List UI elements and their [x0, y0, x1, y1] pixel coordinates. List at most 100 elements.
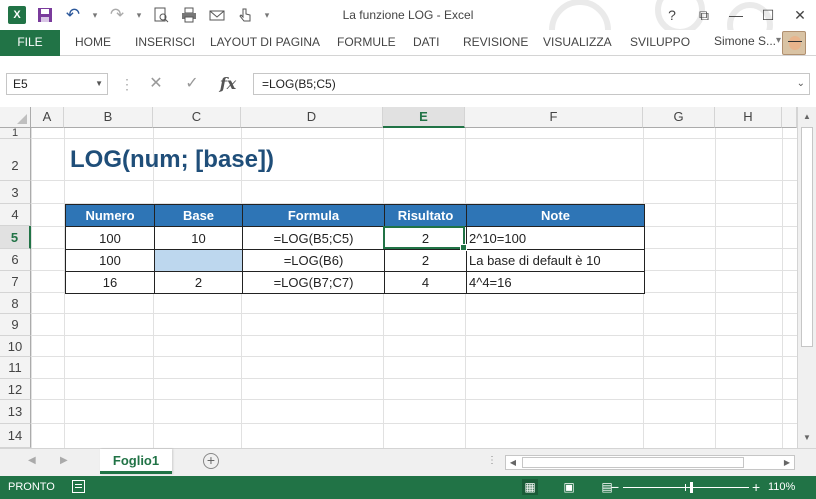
- cell-c5[interactable]: 10: [154, 226, 243, 250]
- column-header-h[interactable]: H: [715, 107, 782, 128]
- column-header-b[interactable]: B: [64, 107, 153, 128]
- zoom-in-icon[interactable]: +: [752, 479, 760, 495]
- row-header-2[interactable]: 2: [0, 139, 31, 181]
- close-button[interactable]: ✕: [784, 0, 816, 30]
- row-header-9[interactable]: 9: [0, 314, 31, 336]
- vertical-scrollbar[interactable]: ▲ ▼: [797, 107, 816, 448]
- select-all-button[interactable]: [0, 107, 31, 128]
- name-box-dropdown-icon[interactable]: ▼: [95, 74, 103, 94]
- row-header-13[interactable]: 13: [0, 400, 31, 424]
- row-header-3[interactable]: 3: [0, 181, 31, 204]
- sheet-heading[interactable]: LOG(num; [base]): [70, 146, 274, 174]
- tab-formule[interactable]: FORMULE: [337, 30, 396, 56]
- column-header-d[interactable]: D: [241, 107, 383, 128]
- sheet-tab-foglio1[interactable]: Foglio1: [100, 449, 172, 474]
- sheet-prev-icon[interactable]: ◀: [28, 455, 36, 466]
- cell-d7[interactable]: =LOG(B7;C7): [242, 271, 385, 294]
- email-icon[interactable]: [206, 4, 228, 26]
- column-header-f[interactable]: F: [465, 107, 643, 128]
- zoom-level[interactable]: 110%: [768, 481, 795, 493]
- header-note[interactable]: Note: [466, 204, 645, 227]
- expand-formula-bar-icon[interactable]: ⌄: [797, 74, 805, 94]
- print-preview-icon[interactable]: [150, 4, 172, 26]
- cancel-icon[interactable]: ✕: [142, 73, 170, 95]
- macro-record-icon[interactable]: [72, 480, 85, 493]
- enter-icon[interactable]: ✓: [178, 73, 206, 95]
- redo-dropdown-icon[interactable]: ▾: [134, 4, 144, 26]
- row-header-11[interactable]: 11: [0, 357, 31, 379]
- cell-f7[interactable]: 4^4=16: [466, 271, 645, 294]
- cell-e7[interactable]: 4: [384, 271, 467, 294]
- avatar[interactable]: [782, 31, 806, 55]
- zoom-slider-knob[interactable]: [690, 482, 693, 493]
- maximize-button[interactable]: ☐: [752, 0, 784, 30]
- touch-mode-icon[interactable]: [234, 4, 256, 26]
- cell-f6[interactable]: La base di default è 10: [466, 249, 645, 272]
- tab-dati[interactable]: DATI: [413, 30, 439, 56]
- page-layout-view-icon[interactable]: ▣: [561, 479, 577, 495]
- tab-file[interactable]: FILE: [0, 30, 60, 56]
- header-numero[interactable]: Numero: [65, 204, 155, 227]
- customize-toolbar-icon[interactable]: ▾: [262, 4, 272, 26]
- cell-b6[interactable]: 100: [65, 249, 155, 272]
- column-header-partial[interactable]: [782, 107, 797, 128]
- formula-bar-grip-icon[interactable]: ⋮: [120, 76, 134, 93]
- row-header-10[interactable]: 10: [0, 336, 31, 357]
- header-base[interactable]: Base: [154, 204, 243, 227]
- column-header-g[interactable]: G: [643, 107, 715, 128]
- cell-f5[interactable]: 2^10=100: [466, 226, 645, 250]
- row-header-14[interactable]: 14: [0, 424, 31, 448]
- ribbon-display-options-button[interactable]: ⧉: [688, 0, 720, 30]
- sheet-next-icon[interactable]: ▶: [60, 455, 68, 466]
- cell-e6[interactable]: 2: [384, 249, 467, 272]
- horizontal-scroll-thumb[interactable]: [522, 457, 744, 468]
- scroll-up-icon[interactable]: ▲: [798, 109, 816, 125]
- scroll-left-icon[interactable]: ◀: [506, 456, 520, 469]
- redo-icon[interactable]: ↷: [106, 4, 128, 26]
- save-icon[interactable]: [34, 4, 56, 26]
- name-box[interactable]: E5 ▼: [6, 73, 108, 95]
- scroll-right-icon[interactable]: ▶: [780, 456, 794, 469]
- cell-c6[interactable]: [154, 249, 243, 272]
- row-header-8[interactable]: 8: [0, 293, 31, 314]
- cell-d5[interactable]: =LOG(B5;C5): [242, 226, 385, 250]
- normal-view-icon[interactable]: ▦: [522, 479, 538, 495]
- tab-sviluppo[interactable]: SVILUPPO: [630, 30, 690, 56]
- row-header-1[interactable]: 1: [0, 128, 31, 139]
- cell-b5[interactable]: 100: [65, 226, 155, 250]
- vertical-scroll-thumb[interactable]: [801, 127, 813, 347]
- header-risultato[interactable]: Risultato: [384, 204, 467, 227]
- tab-inserisci[interactable]: INSERISCI: [135, 30, 195, 56]
- zoom-slider[interactable]: [623, 482, 749, 493]
- column-header-c[interactable]: C: [153, 107, 241, 128]
- undo-dropdown-icon[interactable]: ▾: [90, 4, 100, 26]
- row-header-4[interactable]: 4: [0, 204, 31, 226]
- cell-b7[interactable]: 16: [65, 271, 155, 294]
- add-sheet-icon[interactable]: +: [203, 453, 219, 469]
- row-header-5[interactable]: 5: [0, 226, 31, 249]
- formula-input[interactable]: =LOG(B5;C5) ⌄: [253, 73, 810, 95]
- tab-layout-di-pagina[interactable]: LAYOUT DI PAGINA: [210, 30, 320, 56]
- tab-visualizza[interactable]: VISUALIZZA: [543, 30, 612, 56]
- tab-home[interactable]: HOME: [75, 30, 111, 56]
- user-name[interactable]: Simone S...: [714, 34, 776, 48]
- column-header-e[interactable]: E: [383, 107, 465, 128]
- cell-c7[interactable]: 2: [154, 271, 243, 294]
- horizontal-scrollbar[interactable]: ◀ ▶: [505, 455, 795, 470]
- row-header-6[interactable]: 6: [0, 249, 31, 271]
- zoom-out-icon[interactable]: −: [611, 479, 619, 495]
- insert-function-icon[interactable]: fx: [214, 73, 242, 95]
- cell-e5[interactable]: 2: [384, 226, 467, 250]
- row-header-7[interactable]: 7: [0, 271, 31, 293]
- tab-revisione[interactable]: REVISIONE: [463, 30, 528, 56]
- split-handle-icon[interactable]: ⋮: [487, 455, 497, 466]
- scroll-down-icon[interactable]: ▼: [798, 430, 816, 446]
- undo-icon[interactable]: ↶: [62, 4, 84, 26]
- cell-d6[interactable]: =LOG(B6): [242, 249, 385, 272]
- column-header-a[interactable]: A: [31, 107, 64, 128]
- header-formula[interactable]: Formula: [242, 204, 385, 227]
- row-header-12[interactable]: 12: [0, 379, 31, 400]
- minimize-button[interactable]: —: [720, 0, 752, 30]
- help-button[interactable]: ?: [656, 0, 688, 30]
- account-dropdown-icon[interactable]: ▾: [776, 35, 781, 46]
